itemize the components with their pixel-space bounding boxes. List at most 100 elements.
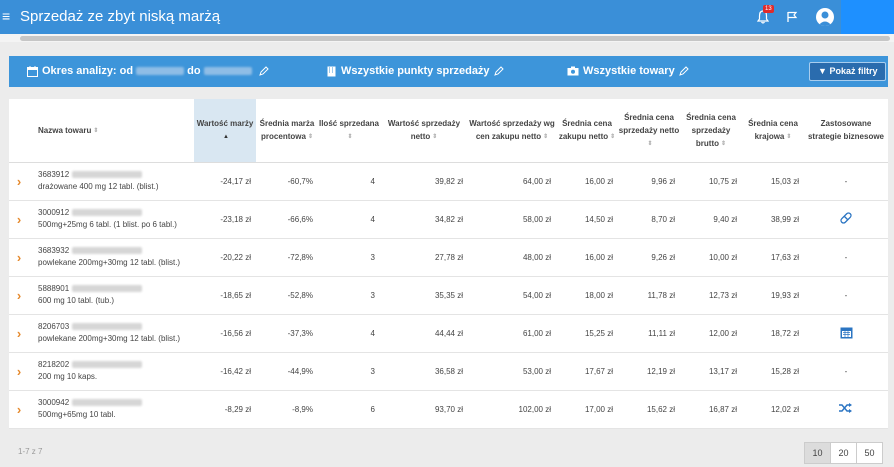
- sales-net-cell: 36,58 zł: [380, 352, 468, 391]
- page-size-10[interactable]: 10: [804, 442, 831, 464]
- column-header[interactable]: Średnia marża procentowa ⇕: [256, 99, 318, 163]
- camera-icon: [567, 66, 579, 76]
- page-size-20[interactable]: 20: [830, 442, 857, 464]
- strategy-cell[interactable]: [804, 200, 888, 239]
- column-header[interactable]: Ilość sprzedana⇕: [318, 99, 380, 163]
- flag-icon[interactable]: [786, 11, 798, 23]
- points-label: Wszystkie punkty sprzedaży: [341, 65, 490, 77]
- margin-value-cell: -8,29 zł: [194, 390, 256, 429]
- product-code: 5888901: [38, 284, 70, 293]
- expand-row-icon[interactable]: ›: [9, 200, 29, 239]
- qty-cell: 4: [318, 200, 380, 239]
- sort-icon: ⇕: [543, 134, 549, 141]
- points-filter[interactable]: Wszystkie punkty sprzedaży: [327, 65, 504, 77]
- hamburger-menu-icon[interactable]: ≡: [2, 8, 10, 24]
- product-name-cell: 3683932 powlekane 200mg+30mg 12 tabl. (bl…: [29, 238, 194, 277]
- table-row[interactable]: › 3683932 powlekane 200mg+30mg 12 tabl. (b…: [9, 238, 888, 277]
- product-description: 500mg+65mg 10 tabl.: [38, 410, 116, 419]
- calendar-icon[interactable]: [840, 327, 853, 341]
- column-header[interactable]: Wartość sprzedaży wg cen zakupu netto ⇕: [468, 99, 556, 163]
- product-name-cell: 8206703 powlekane 200mg+30mg 12 tabl. (bl…: [29, 314, 194, 353]
- qty-cell: 3: [318, 352, 380, 391]
- margin-pct-cell: -52,8%: [256, 276, 318, 315]
- sales-net-cell: 27,78 zł: [380, 238, 468, 277]
- avg-sale-net-cell: 12,19 zł: [618, 352, 680, 391]
- expand-row-icon[interactable]: ›: [9, 276, 29, 315]
- expand-row-icon[interactable]: ›: [9, 352, 29, 391]
- sort-icon: ⇕: [786, 134, 792, 141]
- avg-national-cell: 12,02 zł: [742, 390, 804, 429]
- table-row[interactable]: › 8218202 200 mg 10 kaps. -16,42 zł -44,9% 3 3…: [9, 352, 888, 391]
- table-row[interactable]: › 3683912 drażowane 400 mg 12 tabl. (blist…: [9, 162, 888, 201]
- product-code: 3683912: [38, 170, 70, 179]
- edit-icon[interactable]: [493, 66, 504, 76]
- period-to-label: do: [187, 65, 201, 77]
- products-filter[interactable]: Wszystkie towary: [567, 65, 689, 77]
- product-code: 3000912: [38, 208, 70, 217]
- avg-purchase-cell: 16,00 zł: [556, 238, 618, 277]
- avg-national-cell: 38,99 zł: [742, 200, 804, 239]
- sales-net-cell: 93,70 zł: [380, 390, 468, 429]
- filter-icon: ▼: [818, 66, 827, 76]
- column-header[interactable]: Średnia cena krajowa ⇕: [742, 99, 804, 163]
- qty-cell: 6: [318, 390, 380, 429]
- redacted-product-name: [72, 171, 143, 179]
- page-title: Sprzedaż ze zbyt niską marżą: [20, 8, 221, 25]
- period-from-value: [136, 67, 185, 75]
- results-count: 1-7 z 7: [18, 447, 43, 456]
- show-filters-button[interactable]: ▼ Pokaż filtry: [809, 62, 887, 81]
- sort-icon: ⇕: [93, 127, 99, 134]
- notification-badge: 13: [763, 5, 774, 13]
- table-row[interactable]: › 3000912 500mg+25mg 6 tabl. (1 blist. po …: [9, 200, 888, 239]
- qty-cell: 3: [318, 276, 380, 315]
- product-name-cell: 3683912 drażowane 400 mg 12 tabl. (blist.…: [29, 162, 194, 201]
- user-avatar-icon[interactable]: [816, 8, 834, 26]
- sort-icon: ⇕: [610, 134, 616, 141]
- avg-sale-gross-cell: 16,87 zł: [680, 390, 742, 429]
- expand-row-icon[interactable]: ›: [9, 238, 29, 277]
- expand-row-icon[interactable]: ›: [9, 390, 29, 429]
- expand-row-icon[interactable]: ›: [9, 162, 29, 201]
- column-header[interactable]: Wartość sprzedaży netto ⇕: [380, 99, 468, 163]
- expand-row-icon[interactable]: ›: [9, 314, 29, 353]
- margin-value-cell: -18,65 zł: [194, 276, 256, 315]
- scrollbar-thumb[interactable]: [20, 36, 890, 41]
- sales-purchase-cell: 64,00 zł: [468, 162, 556, 201]
- expand-column-header: [9, 99, 29, 163]
- user-menu-area[interactable]: [841, 0, 894, 34]
- column-header[interactable]: Wartość marży▲: [194, 99, 256, 163]
- sort-icon: ⇕: [647, 140, 653, 147]
- column-header[interactable]: Średnia cena sprzedaży netto⇕: [618, 99, 680, 163]
- strategy-cell[interactable]: [804, 314, 888, 353]
- sort-icon: ⇕: [432, 134, 438, 141]
- margin-pct-cell: -66,6%: [256, 200, 318, 239]
- page-size-50[interactable]: 50: [856, 442, 883, 464]
- avg-purchase-cell: 17,67 zł: [556, 352, 618, 391]
- redacted-product-name: [72, 285, 143, 293]
- pill-icon[interactable]: [839, 212, 853, 227]
- margin-pct-cell: -44,9%: [256, 352, 318, 391]
- table-row[interactable]: › 5888901 600 mg 10 tabl. (tub.) -18,65 zł -…: [9, 276, 888, 315]
- redacted-product-name: [72, 323, 143, 331]
- table-row[interactable]: › 8206703 powlekane 200mg+30mg 12 tabl. (b…: [9, 314, 888, 353]
- shuffle-icon[interactable]: [839, 403, 853, 416]
- avg-purchase-cell: 17,00 zł: [556, 390, 618, 429]
- sales-purchase-cell: 48,00 zł: [468, 238, 556, 277]
- margin-value-cell: -20,22 zł: [194, 238, 256, 277]
- product-name-cell: 3000912 500mg+25mg 6 tabl. (1 blist. po 6…: [29, 200, 194, 239]
- product-name-cell: 8218202 200 mg 10 kaps.: [29, 352, 194, 391]
- period-filter[interactable]: Okres analizy: od do: [27, 65, 269, 77]
- table-row[interactable]: › 3000942 500mg+65mg 10 tabl. -8,29 zł -8,9%…: [9, 390, 888, 429]
- edit-icon[interactable]: [678, 66, 689, 76]
- strategy-cell[interactable]: [804, 390, 888, 429]
- sales-purchase-cell: 102,00 zł: [468, 390, 556, 429]
- column-header[interactable]: Średnia cena sprzedaży brutto ⇕: [680, 99, 742, 163]
- product-code: 3683932: [38, 246, 70, 255]
- sort-up-icon: ▲: [223, 134, 229, 141]
- strategy-cell: -: [804, 352, 888, 391]
- product-description: 500mg+25mg 6 tabl. (1 blist. po 6 tabl.): [38, 220, 177, 229]
- column-header[interactable]: Nazwa towaru ⇕: [29, 99, 194, 163]
- avg-purchase-cell: 14,50 zł: [556, 200, 618, 239]
- edit-icon[interactable]: [258, 66, 269, 76]
- column-header[interactable]: Średnia cena zakupu netto ⇕: [556, 99, 618, 163]
